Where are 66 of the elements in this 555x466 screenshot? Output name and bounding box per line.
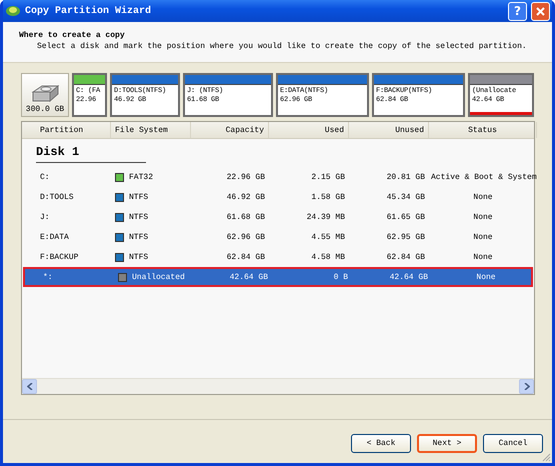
table-row[interactable]: F:BACKUP NTFS 62.84 GB 4.58 MB 62.84 GB None — [22, 247, 534, 267]
partition-name: F:BACKUP — [39, 252, 80, 262]
wizard-button[interactable]: Next > — [417, 434, 477, 453]
file-system: Unallocated — [132, 272, 185, 282]
page-description: Select a disk and mark the position where you would like to create the copy of the selected partition. — [36, 42, 528, 51]
column-header[interactable]: Used — [269, 122, 349, 138]
app-icon — [5, 4, 21, 18]
scroll-right-icon[interactable] — [519, 379, 534, 394]
column-header[interactable]: File System — [111, 122, 191, 138]
scroll-left-icon[interactable] — [22, 379, 37, 394]
capacity-cell-text: 62.96 GB — [226, 232, 266, 242]
close-button[interactable] — [531, 2, 550, 20]
used-cell-text: 4.58 MB — [310, 252, 346, 262]
unused-cell-text: 62.84 GB — [386, 252, 426, 262]
wizard-button[interactable]: Cancel — [483, 434, 543, 453]
hard-disk-icon — [30, 84, 60, 104]
table-row[interactable]: C: FAT32 22.96 GB 2.15 GB 20.81 GB Active & Boot & System — [22, 167, 534, 187]
table-row[interactable]: E:DATA NTFS 62.96 GB 4.55 MB 62.95 GB None — [22, 227, 534, 247]
table-row[interactable]: *: Unallocated 42.64 GB 0 B 42.64 GB None — [23, 267, 533, 287]
status-cell-text: None — [472, 252, 494, 262]
partition-name: D:TOOLS — [39, 192, 75, 202]
used-cell-text: 0 B — [332, 272, 349, 282]
status-cell-text: None — [472, 232, 494, 242]
disk-size: 300.0 GB — [26, 105, 64, 114]
disk-tile[interactable]: 300.0 GB — [21, 73, 69, 117]
column-header[interactable]: Partition — [36, 122, 111, 138]
file-system: NTFS — [129, 192, 148, 202]
capacity-cell-text: 22.96 GB — [226, 172, 266, 182]
file-system: NTFS — [129, 232, 148, 242]
unused-cell-text: 61.65 GB — [386, 212, 426, 222]
partition-name: C: — [39, 172, 51, 182]
file-system: FAT32 — [129, 172, 154, 182]
capacity-cell-text: 42.64 GB — [228, 272, 269, 282]
capacity-cell-text: 62.84 GB — [226, 252, 266, 262]
column-header[interactable]: Capacity — [191, 122, 269, 138]
file-system: NTFS — [129, 252, 148, 262]
used-cell-text: 1.58 GB — [310, 192, 346, 202]
used-cell-text: 2.15 GB — [310, 172, 346, 182]
column-header[interactable]: Status — [429, 122, 537, 138]
partition-name: *: — [42, 272, 54, 282]
help-button[interactable]: ? — [508, 2, 527, 20]
disk-group-label: Disk 1 — [36, 145, 146, 163]
table-row[interactable]: D:TOOLS NTFS 46.92 GB 1.58 GB 45.34 GB None — [22, 187, 534, 207]
close-icon — [535, 6, 546, 16]
resize-grip-icon[interactable] — [542, 453, 551, 462]
window-title: Copy Partition Wizard — [25, 6, 152, 16]
used-cell-text: 4.55 MB — [310, 232, 346, 242]
unused-cell-text: 42.64 GB — [388, 272, 429, 282]
status-cell-text: None — [472, 192, 494, 202]
file-system: NTFS — [129, 212, 148, 222]
unused-cell-text: 20.81 GB — [386, 172, 426, 182]
status-cell-text: None — [472, 212, 494, 222]
unused-cell-text: 62.95 GB — [386, 232, 426, 242]
table-row[interactable]: J: NTFS 61.68 GB 24.39 MB 61.65 GB None — [22, 207, 534, 227]
page-heading: Where to create a copy — [19, 31, 126, 40]
horizontal-scrollbar[interactable] — [22, 378, 534, 394]
status-cell-text: Active & Boot & System — [430, 172, 537, 182]
capacity-cell-text: 46.92 GB — [226, 192, 266, 202]
unused-cell-text: 45.34 GB — [386, 192, 426, 202]
capacity-cell-text: 61.68 GB — [226, 212, 266, 222]
partition-name: J: — [39, 212, 51, 222]
wizard-button[interactable]: < Back — [351, 434, 411, 453]
status-cell-text: None — [475, 272, 497, 282]
column-header[interactable]: Unused — [349, 122, 429, 138]
partition-name: E:DATA — [39, 232, 70, 242]
used-cell-text: 24.39 MB — [306, 212, 346, 222]
